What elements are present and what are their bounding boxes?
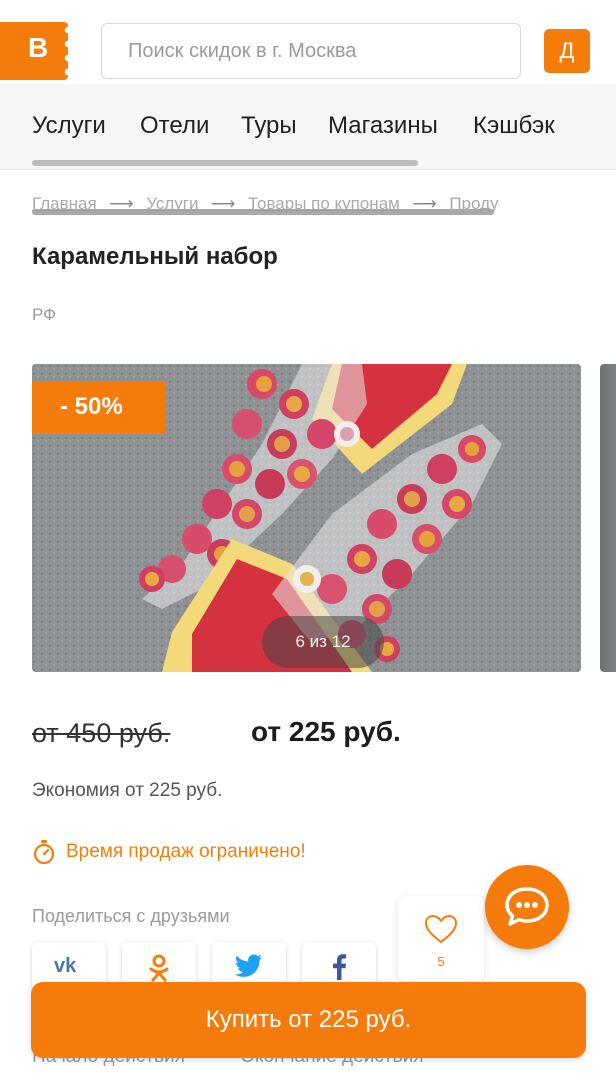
- svg-text:vk: vk: [54, 955, 77, 976]
- stopwatch-icon: [33, 840, 55, 865]
- nav-item-tours[interactable]: Туры: [241, 112, 297, 140]
- user-account-button[interactable]: Д: [544, 29, 590, 73]
- nav-item-services[interactable]: Услуги: [32, 112, 106, 140]
- site-logo[interactable]: B: [0, 22, 74, 80]
- logo-ticket-edge: [62, 22, 74, 80]
- nav-scrollbar[interactable]: [32, 160, 418, 166]
- breadcrumb-scrollbar[interactable]: [32, 209, 494, 215]
- chat-bubble-icon: [505, 887, 549, 926]
- chat-button[interactable]: [485, 865, 569, 949]
- discount-badge: - 50%: [32, 381, 166, 433]
- nav-item-hotels[interactable]: Отели: [140, 112, 209, 140]
- vk-icon: vk: [54, 955, 77, 977]
- buy-button[interactable]: Купить от 225 руб.: [31, 982, 586, 1058]
- savings-text: Экономия от 225 руб.: [32, 780, 223, 801]
- old-price: от 450 руб.: [32, 718, 171, 748]
- page-title: Карамельный набор: [32, 243, 278, 270]
- top-bar: B Д: [0, 0, 616, 84]
- next-photo-preview[interactable]: [600, 364, 616, 672]
- search-input[interactable]: [102, 24, 520, 78]
- twitter-icon: [235, 954, 262, 977]
- time-limited-text: Время продаж ограничено!: [66, 841, 306, 862]
- share-label: Поделиться с друзьями: [32, 906, 230, 926]
- facebook-icon: [333, 954, 347, 980]
- photo-counter: 6 из 12: [262, 616, 384, 668]
- time-limited-notice: Время продаж ограничено!: [32, 838, 306, 866]
- logo-letter: B: [28, 32, 49, 63]
- product-region: РФ: [32, 305, 57, 324]
- heart-icon: [424, 914, 458, 944]
- new-price: от 225 руб.: [251, 716, 401, 747]
- nav-item-shops[interactable]: Магазины: [328, 112, 438, 140]
- favorite-count: 5: [437, 954, 445, 969]
- category-nav: Услуги Отели Туры Магазины Кэшбэк: [0, 84, 616, 170]
- favorite-button[interactable]: 5: [398, 896, 484, 982]
- ok-icon: [149, 954, 169, 982]
- nav-item-cashback[interactable]: Кэшбэк: [473, 112, 555, 140]
- search-box[interactable]: [101, 23, 521, 79]
